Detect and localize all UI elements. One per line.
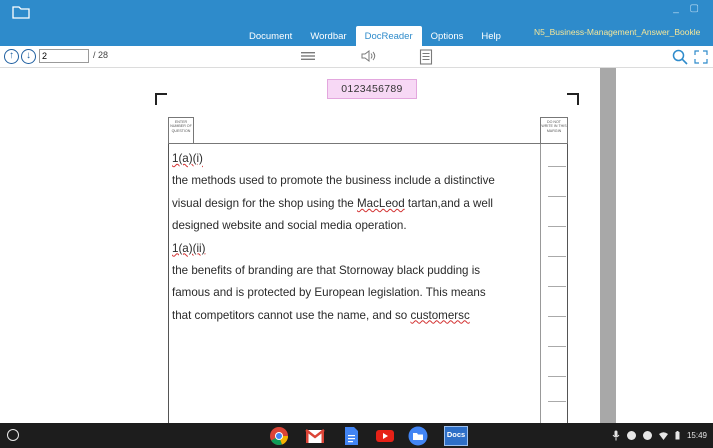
launcher-button[interactable] (7, 429, 19, 441)
margin-tick (548, 316, 566, 317)
notification-icon[interactable] (626, 431, 636, 440)
answer-text-segment: that competitors cannot use the name, an… (172, 308, 411, 322)
speaker-icon[interactable] (360, 49, 378, 63)
main-menu: Document Wordbar DocReader Options Help (240, 26, 510, 46)
microphone-icon[interactable] (612, 430, 620, 441)
margin-tick (548, 376, 566, 377)
corner-mark-left (155, 93, 167, 105)
margin-tick (548, 226, 566, 227)
margin-header: DO NOT WRITE IN THIS MARGIN (540, 117, 568, 144)
scrollbar[interactable] (600, 68, 616, 423)
files-icon[interactable] (407, 426, 429, 446)
side-panel (616, 68, 713, 423)
docs-app-icon[interactable]: Docs (444, 426, 468, 446)
os-shelf: Docs 15:49 (0, 423, 713, 448)
answer-line: visual design for the shop using the Mac… (172, 193, 536, 215)
answer-line: the benefits of branding are that Storno… (172, 263, 481, 277)
window-controls[interactable]: _ ▢ (673, 3, 703, 14)
clock-time[interactable]: 15:49 (687, 431, 707, 440)
document-view-icon[interactable] (419, 49, 433, 65)
previous-page-button[interactable]: ↑ (4, 49, 19, 64)
margin-tick (548, 166, 566, 167)
margin-tick (548, 401, 566, 402)
corner-mark-right (567, 93, 579, 105)
menu-options[interactable]: Options (422, 26, 473, 46)
account-icon[interactable] (642, 431, 652, 440)
menu-wordbar[interactable]: Wordbar (301, 26, 355, 46)
question-label: 1(a)(i) (172, 152, 203, 165)
next-page-button[interactable]: ↓ (21, 49, 36, 64)
question-number-header: ENTER NUMBER OF QUESTION (168, 117, 194, 144)
answer-line: 1(a)(i) (172, 148, 536, 170)
candidate-number-box: 0123456789 (327, 79, 417, 99)
margin-tick (548, 196, 566, 197)
misspelled-word[interactable]: customersc (410, 309, 469, 322)
menu-help[interactable]: Help (472, 26, 510, 46)
answer-text[interactable]: 1(a)(i) the methods used to promote the … (172, 148, 536, 327)
answer-line: 1(a)(ii) (172, 238, 536, 260)
page-count: / 28 (93, 50, 109, 60)
answer-line: that competitors cannot use the name, an… (172, 305, 536, 327)
document-title: N5_Business-Management_Answer_Bookle (534, 27, 701, 37)
margin-tick (548, 346, 566, 347)
misspelled-word[interactable]: MacLeod (357, 197, 405, 210)
folder-icon[interactable] (12, 5, 30, 19)
margin-tick (548, 256, 566, 257)
youtube-icon[interactable] (374, 426, 396, 446)
expand-icon[interactable] (693, 49, 709, 65)
menu-lines-icon[interactable] (300, 49, 316, 63)
wifi-icon (658, 431, 668, 440)
answer-line: the methods used to promote the business… (172, 174, 495, 188)
page-number-input[interactable]: 2 (39, 49, 89, 63)
answer-text-segment: tartan,and a well (404, 196, 493, 210)
battery-icon (675, 431, 680, 440)
reader-toolbar: ↑ ↓ 2 / 28 (0, 46, 713, 68)
gmail-icon[interactable] (304, 426, 326, 446)
margin-tick (548, 286, 566, 287)
menu-docreader[interactable]: DocReader (355, 26, 422, 46)
question-label: 1(a)(ii) (172, 241, 206, 255)
system-tray[interactable]: 15:49 (612, 429, 707, 442)
google-docs-icon[interactable] (340, 426, 362, 446)
answer-text-segment: visual design for the shop using the (172, 196, 357, 210)
chrome-icon[interactable] (268, 426, 290, 446)
menu-document[interactable]: Document (240, 26, 301, 46)
app-titlebar: Document Wordbar DocReader Options Help … (0, 0, 713, 46)
search-icon[interactable] (672, 49, 688, 65)
answer-line: famous and is protected by European legi… (172, 286, 486, 300)
answer-line: designed website and social media operat… (172, 219, 407, 233)
margin-divider (540, 144, 541, 428)
header-divider (168, 143, 568, 144)
